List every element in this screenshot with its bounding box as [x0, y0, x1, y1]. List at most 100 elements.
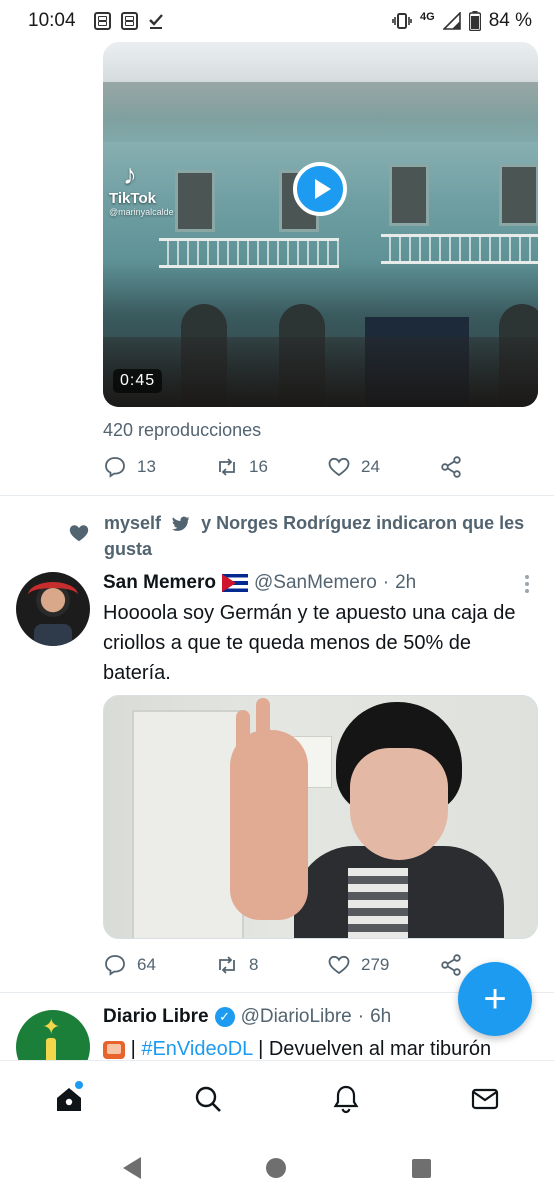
- status-bar: 10:04 4G 84 %: [0, 0, 554, 42]
- retweet-count: 16: [249, 457, 268, 476]
- retweet-icon: [219, 458, 235, 476]
- signal-icon: [442, 12, 461, 30]
- social-context[interactable]: myself y Norges Rodríguez indicaron que …: [68, 510, 538, 562]
- tweet-time[interactable]: 2h: [395, 572, 416, 594]
- user-handle[interactable]: @DiarioLibre: [241, 1006, 352, 1028]
- photo-detail: [132, 710, 244, 938]
- cuba-flag-icon: [221, 574, 248, 592]
- retweet-button[interactable]: 8: [215, 953, 327, 977]
- bell-icon: [333, 1085, 359, 1113]
- compose-tweet-button[interactable]: +: [458, 962, 532, 1036]
- nav-notifications[interactable]: [324, 1077, 368, 1121]
- tweet-header: San Memero @SanMemero · 2h: [103, 572, 416, 594]
- tweet-header: Diario Libre ✓ @DiarioLibre · 6h: [103, 1006, 391, 1028]
- more-dot-icon: [525, 589, 529, 593]
- battery-icon: [468, 11, 481, 31]
- video-frame-detail: [103, 82, 538, 142]
- nav-home[interactable]: [47, 1077, 91, 1121]
- video-frame-detail: [175, 170, 215, 232]
- timeline-feed[interactable]: ♪ TikTok @marinyalcalde 0:45 420 reprodu…: [0, 42, 554, 1060]
- status-notification-icons: [93, 12, 164, 30]
- nav-messages[interactable]: [463, 1077, 507, 1121]
- new-content-dot: [75, 1080, 84, 1089]
- tweet-actions: 13 16 24: [103, 452, 483, 482]
- tiktok-watermark: ♪ TikTok @marinyalcalde: [109, 159, 174, 218]
- more-dot-icon: [525, 582, 529, 586]
- search-icon: [195, 1086, 221, 1112]
- heart-filled-icon: [69, 525, 89, 542]
- verified-badge-icon: ✓: [214, 1007, 235, 1027]
- like-button[interactable]: 279: [327, 953, 439, 977]
- more-dot-icon: [525, 575, 529, 579]
- text-separator: |: [130, 1038, 136, 1060]
- retweet-count: 8: [249, 955, 259, 974]
- video-duration: 0:45: [113, 369, 163, 393]
- social-context-text: y Norges Rodríguez indicaron que les gus…: [104, 513, 525, 559]
- share-icon: [441, 954, 461, 976]
- home-circle-icon[interactable]: [266, 1158, 287, 1178]
- reply-count: 13: [137, 457, 156, 476]
- social-context-user[interactable]: myself: [104, 513, 161, 533]
- tweet-time[interactable]: 6h: [370, 1006, 391, 1028]
- like-button[interactable]: 24: [327, 455, 439, 479]
- display-name[interactable]: San Memero: [103, 572, 216, 594]
- tweet-divider: [0, 495, 554, 496]
- separator-dot: ·: [382, 572, 390, 593]
- photo-detail: [230, 698, 308, 920]
- notification-app-icon: [120, 12, 138, 30]
- tiktok-logo-icon: ♪: [123, 159, 137, 190]
- avatar[interactable]: [16, 1010, 90, 1060]
- bottom-navigation: [0, 1060, 554, 1136]
- tweet-text[interactable]: Hoooola soy Germán y te apuesto una caja…: [103, 598, 543, 688]
- twitter-bird-icon: [172, 516, 190, 532]
- reply-button[interactable]: 13: [103, 455, 215, 479]
- video-frame-detail: [499, 164, 538, 226]
- tweet-text[interactable]: | #EnVideoDL | Devuelven al mar tiburón: [103, 1034, 543, 1060]
- play-button[interactable]: [293, 162, 347, 216]
- tiktok-brand-label: TikTok: [109, 190, 156, 207]
- like-icon: [328, 457, 350, 477]
- reply-count: 64: [137, 955, 156, 974]
- notification-app-icon: [93, 12, 111, 30]
- mail-icon: [471, 1088, 498, 1109]
- system-navigation: [0, 1136, 554, 1200]
- network-type: 4G: [420, 11, 435, 23]
- tweet-video[interactable]: ♪ TikTok @marinyalcalde 0:45: [103, 42, 538, 407]
- back-icon[interactable]: [122, 1157, 141, 1179]
- like-icon: [328, 955, 350, 975]
- share-button[interactable]: [439, 455, 463, 479]
- recents-square-icon[interactable]: [412, 1158, 432, 1178]
- user-handle[interactable]: @SanMemero: [254, 572, 377, 594]
- video-frame-detail: [159, 238, 339, 268]
- avatar[interactable]: [16, 572, 90, 646]
- reply-button[interactable]: 64: [103, 953, 215, 977]
- hashtag-link[interactable]: #EnVideoDL: [141, 1038, 252, 1060]
- vibrate-icon: [392, 13, 412, 29]
- status-time: 10:04: [28, 10, 76, 31]
- more-options-button[interactable]: [520, 572, 534, 596]
- display-name[interactable]: Diario Libre: [103, 1006, 209, 1028]
- tiktok-user-label: @marinyalcalde: [109, 207, 174, 217]
- view-count: 420 reproducciones: [103, 420, 262, 440]
- tv-emoji-icon: [103, 1040, 125, 1059]
- download-done-icon: [148, 14, 163, 29]
- tweet-text-rest: | Devuelven al mar tiburón: [258, 1038, 492, 1060]
- retweet-button[interactable]: 16: [215, 455, 327, 479]
- reply-icon: [105, 457, 125, 478]
- nav-search[interactable]: [186, 1077, 230, 1121]
- retweet-icon: [219, 956, 235, 974]
- share-icon: [441, 456, 461, 478]
- photo-detail: [350, 748, 448, 860]
- battery-percent: 84 %: [488, 10, 532, 31]
- status-system-icons: 4G 84 %: [392, 10, 532, 32]
- tweet-actions: 64 8 279: [103, 950, 483, 980]
- like-count: 279: [361, 955, 390, 974]
- photo-detail: [348, 868, 408, 938]
- share-button[interactable]: [439, 953, 463, 977]
- like-count: 24: [361, 457, 380, 476]
- reply-icon: [105, 955, 125, 976]
- video-frame-detail: [103, 337, 538, 407]
- separator-dot: ·: [357, 1006, 365, 1027]
- video-frame-detail: [389, 164, 429, 226]
- tweet-photo[interactable]: [103, 695, 538, 939]
